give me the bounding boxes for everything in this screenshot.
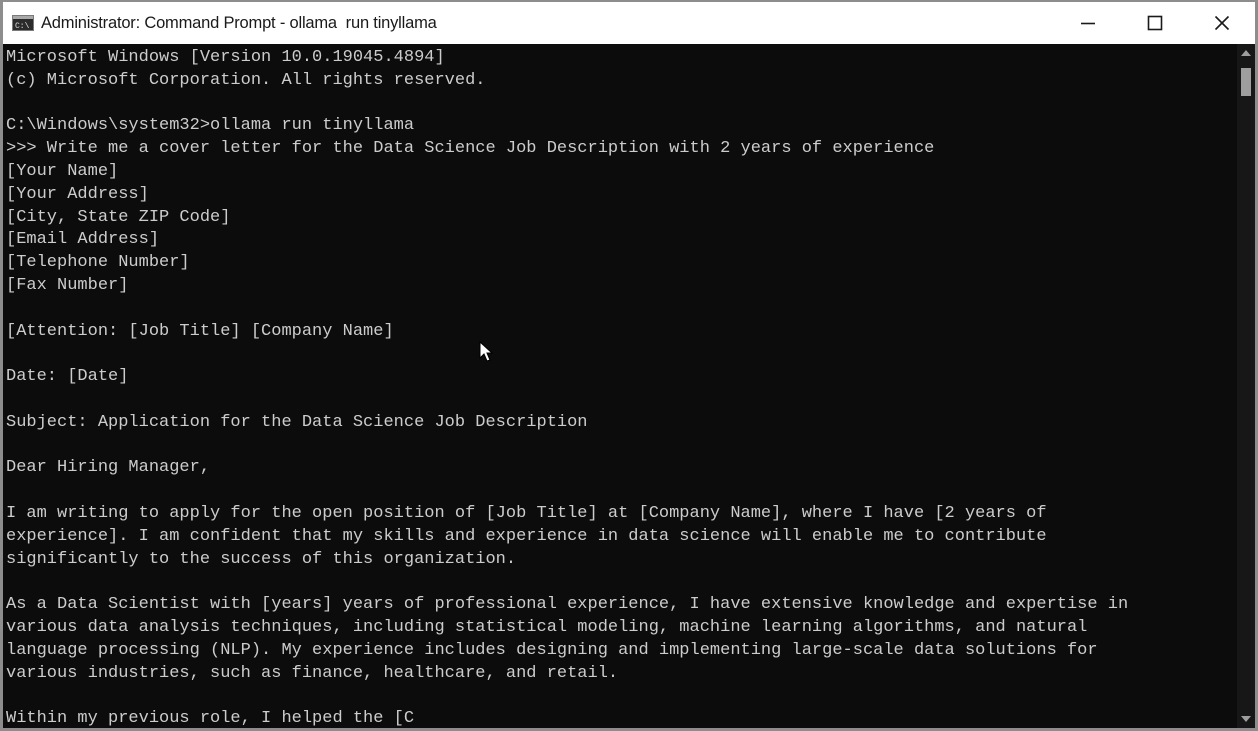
title-bar[interactable]: C:\ Administrator: Command Prompt - olla…: [3, 2, 1255, 44]
maximize-button[interactable]: [1121, 2, 1188, 44]
scrollbar-thumb[interactable]: [1241, 68, 1251, 96]
minimize-icon: [1080, 22, 1095, 25]
console-line: experience]. I am confident that my skil…: [6, 526, 1047, 546]
console-line: [Email Address]: [6, 230, 160, 250]
close-button[interactable]: [1188, 2, 1255, 44]
scroll-down-button[interactable]: [1237, 710, 1255, 728]
chevron-up-icon: [1241, 50, 1251, 56]
window-controls: [1054, 2, 1255, 44]
minimize-button[interactable]: [1054, 2, 1121, 44]
console-line: various data analysis techniques, includ…: [6, 617, 1088, 637]
console-line: [Attention: [Job Title] [Company Name]: [6, 321, 394, 341]
console-line: significantly to the success of this org…: [6, 549, 517, 569]
command-prompt-window: C:\ Administrator: Command Prompt - olla…: [0, 0, 1258, 731]
close-icon: [1214, 15, 1229, 31]
console-line: [Your Name]: [6, 161, 119, 181]
console-line: Subject: Application for the Data Scienc…: [6, 412, 588, 432]
console-line: C:\Windows\system32>ollama run tinyllama: [6, 116, 415, 136]
chevron-down-icon: [1241, 716, 1251, 722]
console-line: [Fax Number]: [6, 275, 129, 295]
console-line: language processing (NLP). My experience…: [6, 640, 1098, 660]
window-title: Administrator: Command Prompt - ollama r…: [41, 13, 437, 32]
console-line: I am writing to apply for the open posit…: [6, 503, 1047, 523]
scroll-up-button[interactable]: [1237, 44, 1255, 62]
console-line: >>> Write me a cover letter for the Data…: [6, 139, 935, 159]
console-line: Within my previous role, I helped the [C: [6, 709, 415, 728]
console-text: Microsoft Windows [Version 10.0.19045.48…: [6, 47, 1128, 728]
console-line: various industries, such as finance, hea…: [6, 663, 619, 683]
console-line: [Telephone Number]: [6, 253, 190, 273]
console-line: As a Data Scientist with [years] years o…: [6, 595, 1129, 615]
console-line: Microsoft Windows [Version 10.0.19045.48…: [6, 48, 445, 67]
console-output[interactable]: Microsoft Windows [Version 10.0.19045.48…: [3, 44, 1237, 728]
maximize-icon: [1147, 15, 1162, 31]
console-line: Dear Hiring Manager,: [6, 458, 211, 478]
console-line: [Your Address]: [6, 184, 149, 204]
console-line: Date: [Date]: [6, 367, 129, 387]
console-line: [City, State ZIP Code]: [6, 207, 231, 227]
console-line: (c) Microsoft Corporation. All rights re…: [6, 70, 486, 90]
vertical-scrollbar[interactable]: [1237, 44, 1255, 728]
cmd-icon[interactable]: C:\: [12, 15, 34, 31]
svg-text:C:\: C:\: [15, 22, 30, 31]
